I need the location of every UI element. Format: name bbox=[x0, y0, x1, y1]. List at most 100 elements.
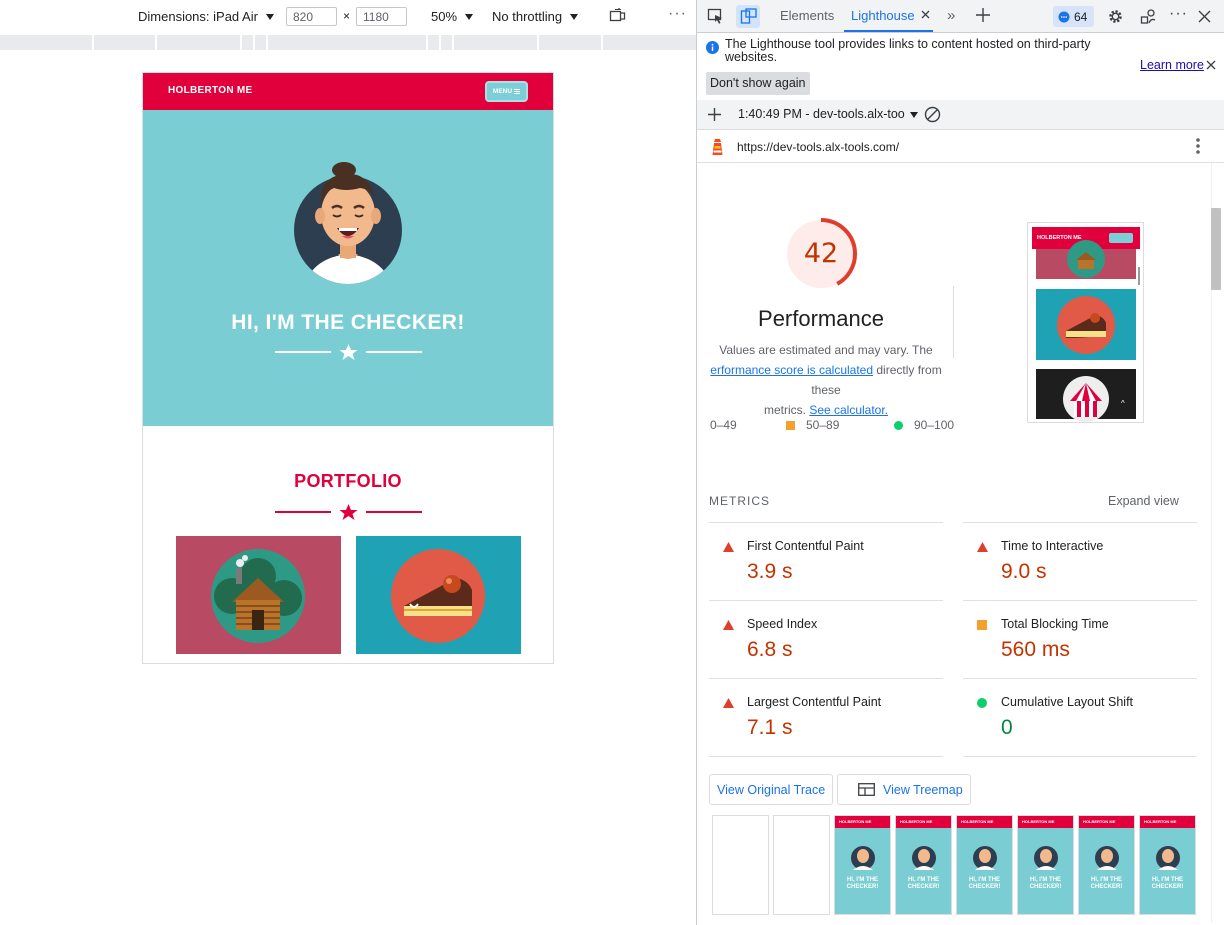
legend-fail: 0–49 bbox=[710, 418, 737, 432]
profile-switch-icon[interactable] bbox=[1140, 8, 1157, 25]
device-viewport[interactable]: HOLBERTON ME MENU HI, I'M THE CHECKER! P… bbox=[142, 72, 554, 664]
site-brand[interactable]: HOLBERTON ME bbox=[168, 85, 253, 96]
metric-value: 6.8 s bbox=[747, 638, 793, 661]
more-tabs-icon[interactable]: » bbox=[947, 7, 955, 24]
close-infobar-icon[interactable] bbox=[1206, 60, 1216, 70]
see-calculator-link[interactable]: See calculator. bbox=[809, 403, 888, 417]
performance-description: Values are estimated and may vary. The e… bbox=[697, 340, 957, 420]
site-menu-button[interactable]: MENU bbox=[485, 81, 528, 102]
devtools-tabbar: Elements Lighthouse » 64 ··· bbox=[697, 0, 1224, 33]
shot-tile-circus bbox=[1036, 369, 1136, 422]
square-icon bbox=[786, 420, 795, 430]
final-screenshot[interactable]: HOLBERTON ME ^ bbox=[1027, 222, 1144, 423]
devtools-more-icon[interactable]: ··· bbox=[1169, 5, 1188, 23]
add-tab-icon[interactable] bbox=[975, 7, 991, 23]
report-scrollbar-thumb[interactable] bbox=[1211, 208, 1221, 290]
square-icon bbox=[977, 620, 987, 630]
frame-avatar bbox=[1095, 846, 1119, 870]
throttling-dropdown[interactable]: No throttling bbox=[492, 9, 579, 24]
metric-label: Cumulative Layout Shift bbox=[1001, 695, 1134, 709]
legend-average: 50–89 bbox=[786, 418, 839, 432]
portfolio-item-cake[interactable] bbox=[356, 536, 521, 654]
frame-brand: HOLBERTON ME bbox=[1083, 819, 1116, 824]
dimensions-dropdown[interactable]: Dimensions: iPad Air bbox=[138, 9, 274, 24]
lighthouse-icon bbox=[711, 138, 724, 156]
filmstrip-frame: HOLBERTON ME HI, I'M THE CHECKER! bbox=[895, 815, 952, 915]
filmstrip-frame-blank bbox=[712, 815, 769, 915]
perf-score-link[interactable]: erformance score is calculated bbox=[710, 363, 873, 377]
frame-avatar bbox=[973, 846, 997, 870]
device-toggle-icon[interactable] bbox=[736, 5, 760, 28]
metric-tti: Time to Interactive 9.0 s bbox=[963, 522, 1197, 600]
issues-badge[interactable]: 64 bbox=[1053, 6, 1094, 27]
triangle-icon bbox=[723, 620, 734, 630]
settings-gear-icon[interactable] bbox=[1107, 8, 1124, 25]
close-tab-icon[interactable] bbox=[921, 10, 930, 19]
performance-title: Performance bbox=[758, 306, 884, 331]
metric-label: Time to Interactive bbox=[1001, 539, 1104, 553]
report-menu-icon[interactable] bbox=[1196, 137, 1200, 155]
metric-speed-index: Speed Index 6.8 s bbox=[709, 600, 943, 678]
triangle-icon bbox=[977, 542, 988, 552]
chevron-down-icon bbox=[570, 13, 579, 20]
width-input[interactable]: 820 bbox=[286, 7, 337, 26]
learn-more-link[interactable]: Learn more bbox=[1140, 58, 1204, 72]
view-treemap-button[interactable]: View Treemap bbox=[837, 774, 971, 805]
metric-fcp: First Contentful Paint 3.9 s bbox=[709, 522, 943, 600]
frame-title: HI, I'M THE CHECKER! bbox=[907, 877, 940, 890]
frame-title: HI, I'M THE CHECKER! bbox=[846, 877, 879, 890]
dont-show-again-button[interactable]: Don't show again bbox=[706, 72, 810, 95]
legend-range-pass: 90–100 bbox=[914, 418, 955, 432]
view-treemap-label: View Treemap bbox=[883, 782, 963, 797]
portfolio-item-cabin[interactable] bbox=[176, 536, 341, 654]
metrics-divider bbox=[963, 756, 1197, 757]
frame-avatar bbox=[912, 846, 936, 870]
info-bar: The Lighthouse tool provides links to co… bbox=[697, 34, 1224, 98]
metric-value: 7.1 s bbox=[747, 716, 793, 739]
legend-range-fail: 0–49 bbox=[710, 418, 737, 432]
chat-icon bbox=[1058, 11, 1070, 23]
view-original-trace-button[interactable]: View Original Trace bbox=[709, 774, 834, 805]
frame-title: HI, I'M THE CHECKER! bbox=[1090, 877, 1123, 890]
report-url[interactable]: https://dev-tools.alx-tools.com/ bbox=[737, 140, 899, 154]
zoom-dropdown[interactable]: 50% bbox=[431, 9, 474, 24]
report-select-label: 1:40:49 PM - dev-tools.alx-too bbox=[738, 107, 905, 121]
metric-label: Largest Contentful Paint bbox=[747, 695, 882, 709]
hero-title: HI, I'M THE CHECKER! bbox=[231, 311, 465, 334]
filmstrip-frame: HOLBERTON ME HI, I'M THE CHECKER! bbox=[1139, 815, 1196, 915]
perf-desc-line3: metrics. bbox=[763, 403, 810, 417]
filmstrip-frame: HOLBERTON ME HI, I'M THE CHECKER! bbox=[1078, 815, 1135, 915]
filmstrip-frame-blank bbox=[773, 815, 830, 915]
frame-brand: HOLBERTON ME bbox=[839, 819, 872, 824]
rotate-icon[interactable] bbox=[609, 8, 627, 24]
tab-lighthouse[interactable]: Lighthouse bbox=[851, 8, 915, 23]
clear-reports-icon[interactable] bbox=[924, 106, 941, 123]
metric-lcp: Largest Contentful Paint 7.1 s bbox=[709, 678, 943, 756]
metric-value: 0 bbox=[1001, 716, 1013, 739]
frame-brand: HOLBERTON ME bbox=[1144, 819, 1177, 824]
metric-label: Total Blocking Time bbox=[1001, 617, 1109, 631]
media-query-ruler[interactable] bbox=[0, 35, 696, 50]
portfolio-title: PORTFOLIO bbox=[294, 471, 402, 491]
metric-value: 560 ms bbox=[1001, 638, 1070, 661]
report-select[interactable]: 1:40:49 PM - dev-tools.alx-too bbox=[738, 107, 919, 121]
triangle-icon bbox=[723, 542, 734, 552]
height-input[interactable]: 1180 bbox=[356, 7, 407, 26]
site-menu-label: MENU bbox=[492, 88, 513, 95]
new-report-icon[interactable] bbox=[707, 107, 722, 122]
scroll-up-icon: ^ bbox=[1121, 399, 1125, 408]
site-hero: HI, I'M THE CHECKER! bbox=[143, 110, 553, 426]
chevron-down-icon bbox=[265, 13, 274, 20]
tab-elements[interactable]: Elements bbox=[780, 8, 834, 23]
performance-gauge: 42 bbox=[783, 216, 859, 292]
inspect-element-icon[interactable] bbox=[707, 8, 724, 25]
expand-view-toggle[interactable]: Expand view bbox=[1108, 494, 1179, 508]
device-emulation-pane: Dimensions: iPad Air 820 × 1180 50% No t… bbox=[0, 0, 696, 925]
circle-icon bbox=[894, 420, 903, 430]
times-sign: × bbox=[343, 9, 351, 23]
more-options-icon[interactable]: ··· bbox=[668, 5, 687, 23]
metrics-heading: METRICS bbox=[709, 494, 770, 508]
close-devtools-icon[interactable] bbox=[1198, 10, 1211, 23]
treemap-icon bbox=[858, 783, 875, 796]
avatar-illustration bbox=[294, 162, 402, 284]
